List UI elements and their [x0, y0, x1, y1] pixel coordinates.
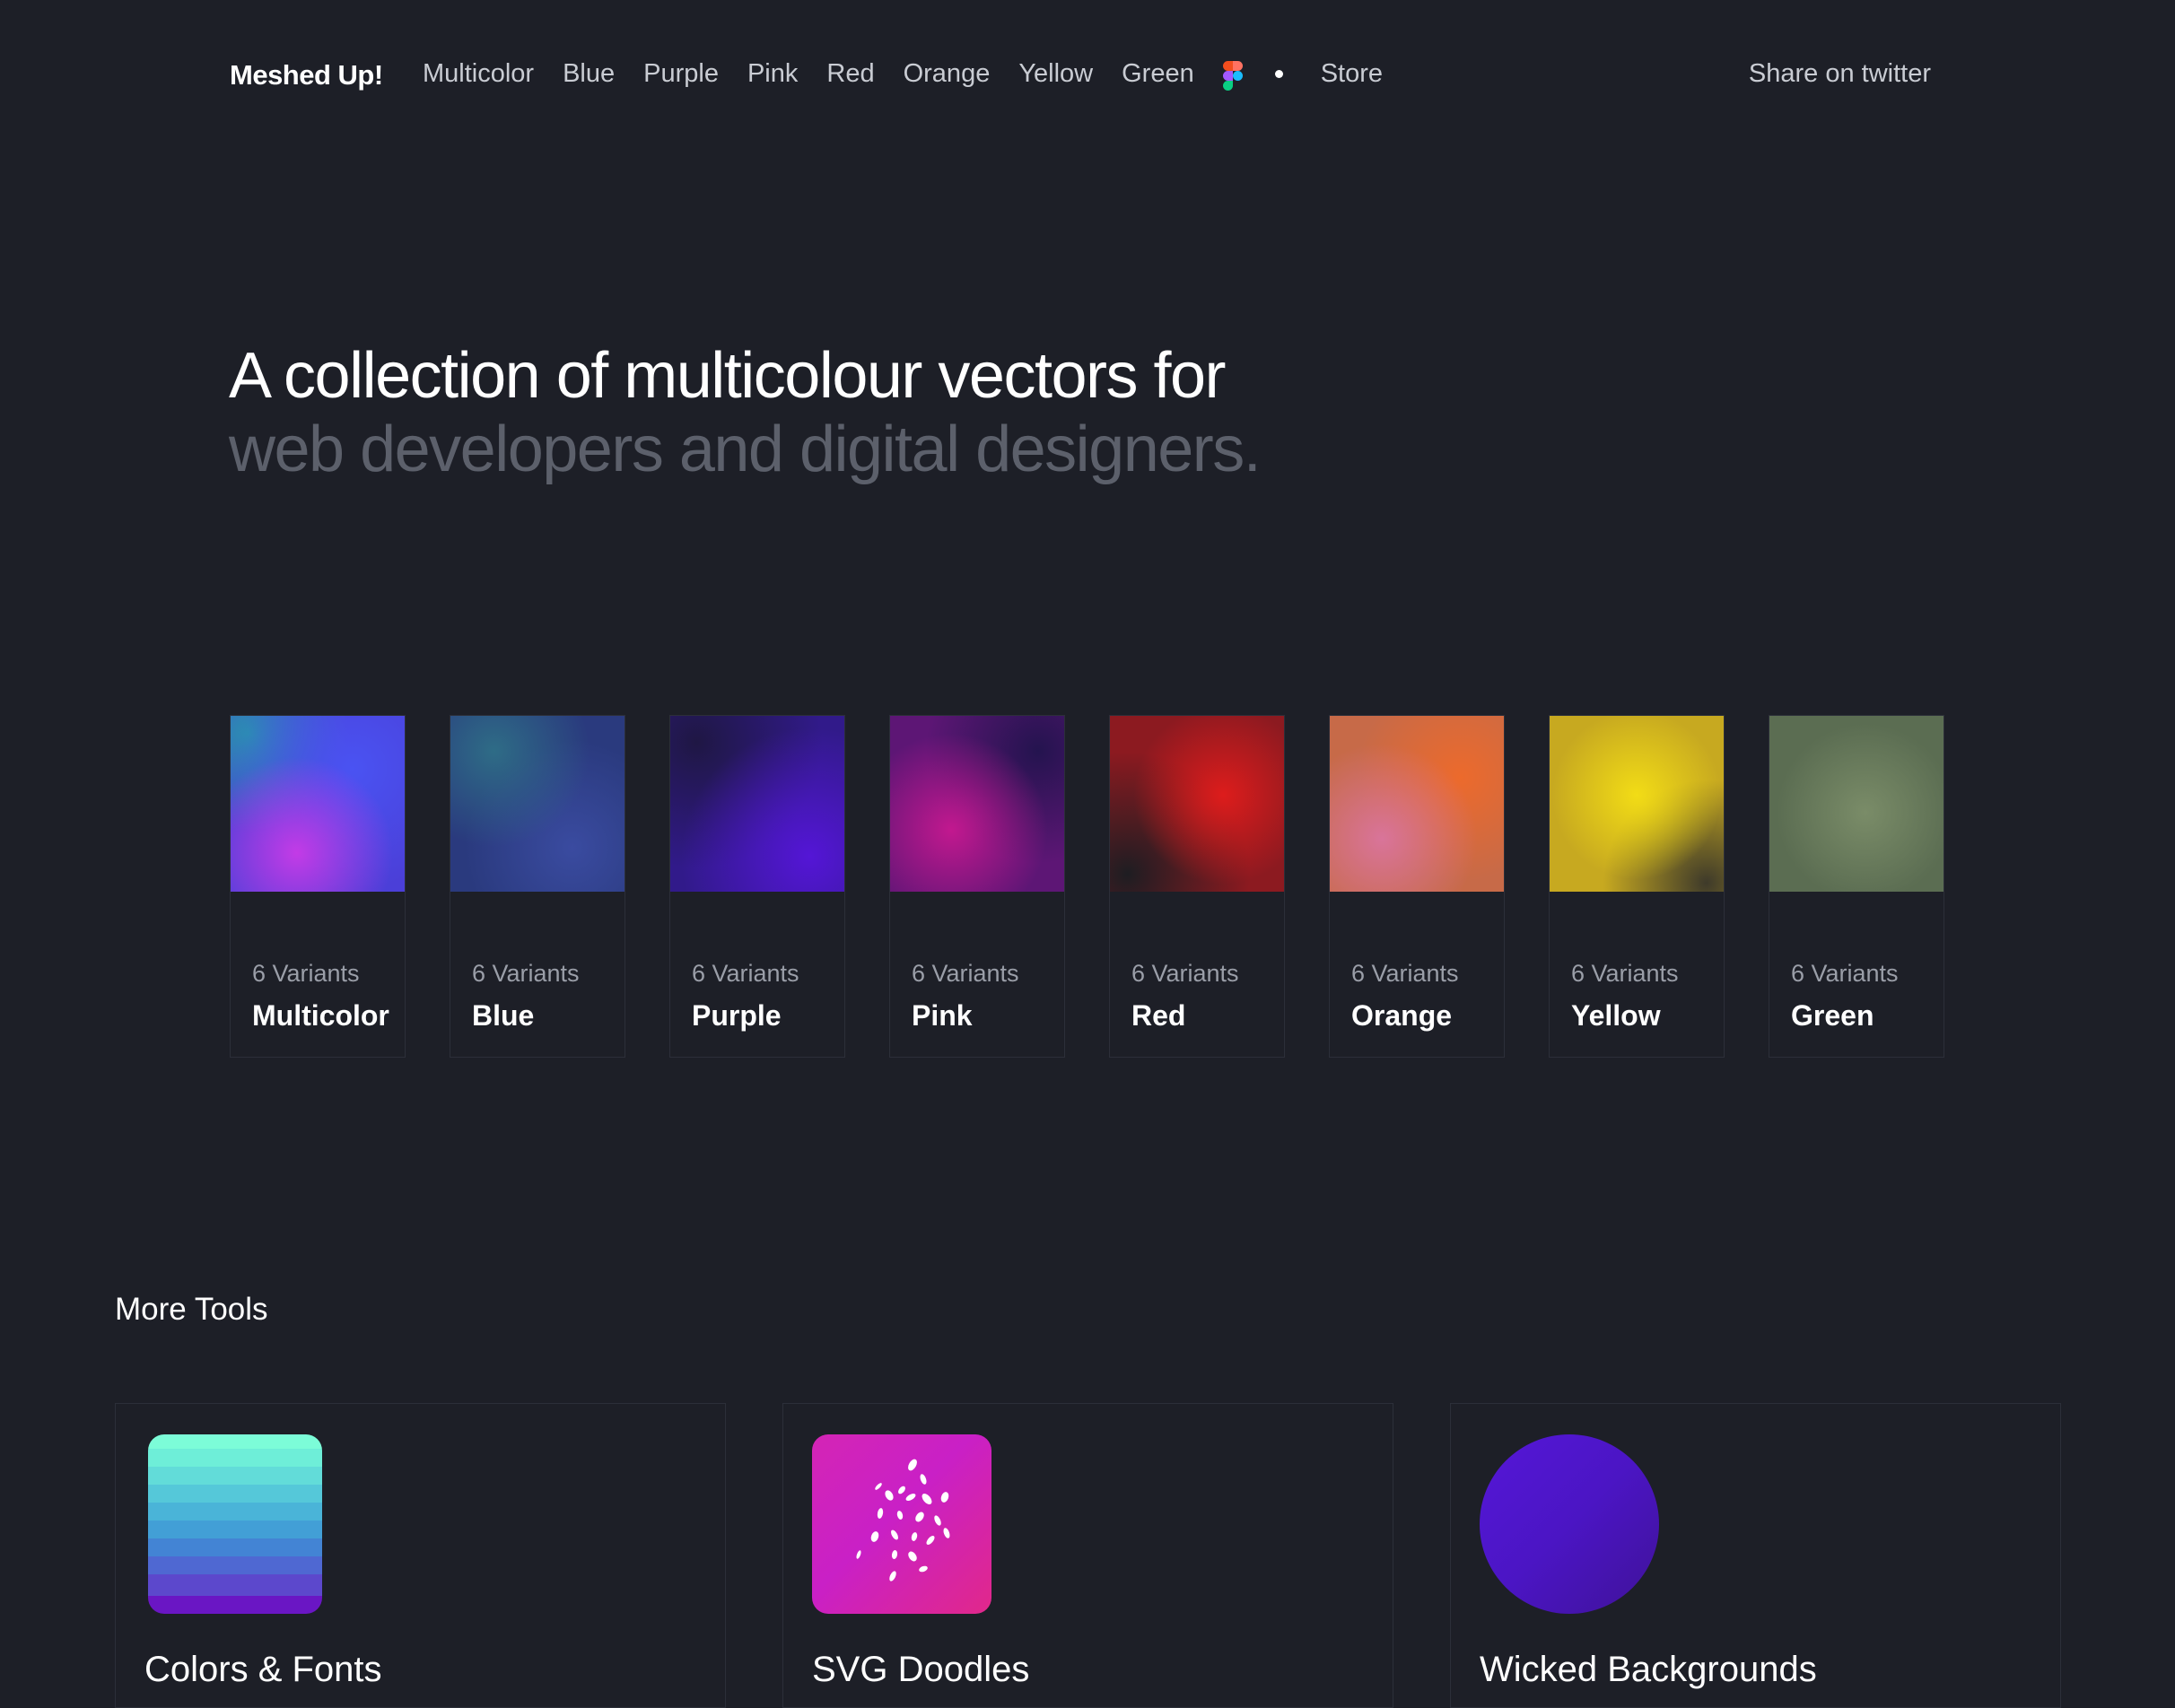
brand-logo[interactable]: Meshed Up! — [230, 59, 383, 92]
hero-line-primary: A collection of multicolour vectors for — [229, 340, 1227, 412]
card-title: Purple — [692, 999, 782, 1032]
gradient-circle-icon — [1480, 1434, 1659, 1614]
variant-count: 6 Variants — [472, 960, 580, 987]
card-red[interactable]: 6 Variants Red — [1109, 715, 1285, 1058]
nav-link-yellow[interactable]: Yellow — [1018, 59, 1093, 89]
share-twitter-link[interactable]: Share on twitter — [1749, 59, 1931, 89]
card-title: Green — [1791, 999, 1874, 1032]
hero-heading: A collection of multicolour vectors for … — [229, 339, 1262, 486]
variant-count: 6 Variants — [1571, 960, 1679, 987]
variant-count: 6 Variants — [692, 960, 799, 987]
nav-link-purple[interactable]: Purple — [643, 59, 719, 89]
card-title: Yellow — [1571, 999, 1661, 1032]
variant-count: 6 Variants — [252, 960, 360, 987]
variant-count: 6 Variants — [1791, 960, 1899, 987]
nav-link-blue[interactable]: Blue — [563, 59, 615, 89]
card-title: Red — [1131, 999, 1186, 1032]
figma-logo-icon[interactable] — [1222, 61, 1243, 91]
more-tools-heading: More Tools — [115, 1292, 268, 1327]
color-stripes-icon — [148, 1434, 322, 1614]
card-multicolor[interactable]: 6 Variants Multicolor — [230, 715, 406, 1058]
tool-card-colors-fonts[interactable]: Colors & Fonts — [115, 1403, 726, 1708]
card-yellow[interactable]: 6 Variants Yellow — [1549, 715, 1725, 1058]
gradient-swatch-orange — [1330, 716, 1504, 892]
nav-link-orange[interactable]: Orange — [904, 59, 991, 89]
gradient-swatch-purple — [670, 716, 844, 892]
tool-title: Colors & Fonts — [144, 1650, 382, 1689]
variant-count: 6 Variants — [1351, 960, 1459, 987]
card-orange[interactable]: 6 Variants Orange — [1329, 715, 1505, 1058]
nav-link-store[interactable]: Store — [1321, 59, 1383, 89]
card-title: Pink — [912, 999, 973, 1032]
top-nav: Meshed Up! Multicolor Blue Purple Pink R… — [0, 0, 2175, 154]
gradient-swatch-pink — [890, 716, 1064, 892]
card-pink[interactable]: 6 Variants Pink — [889, 715, 1065, 1058]
gradient-swatch-multicolor — [231, 716, 405, 892]
card-title: Multicolor — [252, 999, 389, 1032]
more-tools-grid: Colors & Fonts SVG Doodles Wicked Backgr… — [115, 1403, 2061, 1708]
tool-card-wicked-backgrounds[interactable]: Wicked Backgrounds — [1450, 1403, 2061, 1708]
tool-title: SVG Doodles — [812, 1650, 1030, 1689]
nav-link-red[interactable]: Red — [826, 59, 874, 89]
tool-card-svg-doodles[interactable]: SVG Doodles — [782, 1403, 1393, 1708]
nav-link-pink[interactable]: Pink — [747, 59, 798, 89]
card-purple[interactable]: 6 Variants Purple — [669, 715, 845, 1058]
card-green[interactable]: 6 Variants Green — [1769, 715, 1944, 1058]
gradient-swatch-green — [1769, 716, 1944, 892]
variant-count: 6 Variants — [1131, 960, 1239, 987]
color-collection-grid: 6 Variants Multicolor 6 Variants Blue 6 … — [230, 715, 1944, 1058]
variant-count: 6 Variants — [912, 960, 1019, 987]
tool-title: Wicked Backgrounds — [1480, 1650, 1817, 1689]
hero-line-secondary: web developers and digital designers. — [229, 414, 1262, 485]
separator-dot — [1274, 70, 1283, 78]
card-title: Orange — [1351, 999, 1453, 1032]
card-blue[interactable]: 6 Variants Blue — [450, 715, 625, 1058]
nav-link-multicolor[interactable]: Multicolor — [423, 59, 534, 89]
card-title: Blue — [472, 999, 535, 1032]
gradient-swatch-red — [1110, 716, 1284, 892]
doodle-icon — [812, 1434, 991, 1614]
gradient-swatch-blue — [450, 716, 625, 892]
nav-link-green[interactable]: Green — [1122, 59, 1194, 89]
category-nav: Multicolor Blue Purple Pink Red Orange Y… — [423, 59, 1411, 91]
gradient-swatch-yellow — [1550, 716, 1724, 892]
